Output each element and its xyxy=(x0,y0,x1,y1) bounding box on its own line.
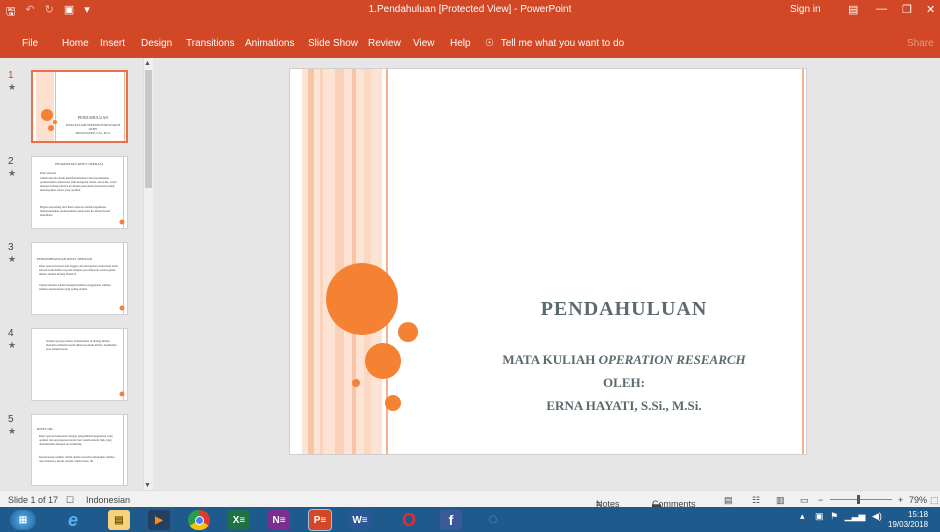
system-tray: ▴ ▣ ⚑ ▁▃▅ ◀) xyxy=(800,511,882,522)
opera-icon[interactable]: O xyxy=(398,510,420,530)
slide-thumbnail-5[interactable]: RISET OR : Riset operasi berkenaan denga… xyxy=(31,414,128,486)
powerpoint-icon[interactable]: P≡ xyxy=(308,509,332,531)
thumbnail-number: 1 xyxy=(8,70,14,81)
lightbulb-icon: ☉ xyxy=(485,38,494,49)
scrollbar-thumb[interactable] xyxy=(145,70,152,188)
thumbnail-line: ERNA HAYATI, S.Si., M.Si. xyxy=(75,131,111,135)
subtitle-italic-text: OPERATION RESEARCH xyxy=(598,352,746,367)
slide-sorter-icon[interactable]: ☷ xyxy=(752,495,760,506)
ie-icon[interactable]: e xyxy=(62,510,84,530)
tray-app-icon[interactable]: ▣ xyxy=(815,511,824,521)
tab-transitions[interactable]: Transitions xyxy=(186,38,235,49)
reading-view-icon[interactable]: ▥ xyxy=(776,495,785,506)
slide-canvas[interactable]: PENDAHULUAN MATA KULIAH OPERATION RESEAR… xyxy=(289,68,807,455)
thumbnail-title: PENGERTIAN RISET OPERASI xyxy=(55,162,103,166)
thumbnail-line: Riset operasi berkenaan dengan pengambil… xyxy=(39,434,113,446)
clock-time: 15:18 xyxy=(908,510,929,519)
tab-review[interactable]: Review xyxy=(368,38,401,49)
volume-icon[interactable]: ◀) xyxy=(872,511,882,521)
animation-star-icon: ★ xyxy=(8,82,17,92)
tell-me-label: Tell me what you want to do xyxy=(500,38,625,49)
ribbon-display-icon[interactable]: ▤ xyxy=(848,3,858,16)
tab-help[interactable]: Help xyxy=(450,38,471,49)
thumbnail-number: 4 xyxy=(8,328,14,339)
slide-subtitle-line-3[interactable]: ERNA HAYATI, S.Si., M.Si. xyxy=(440,398,806,414)
zoom-slider-thumb[interactable] xyxy=(857,495,860,504)
status-bar: Slide 1 of 17 ☐ Indonesian ≡ Notes ▬ Com… xyxy=(0,490,940,509)
system-clock[interactable]: 15:18 19/03/2018 xyxy=(888,510,928,530)
title-bar: 🖫 ↶ ↻ ▣ ▾ 1.Pendahuluan [Protected View]… xyxy=(0,0,940,20)
slide-title[interactable]: PENDAHULUAN xyxy=(440,298,806,321)
zoom-out-button[interactable]: − xyxy=(818,495,823,505)
windows-taskbar: ⊞ e ▤ ▶ X≡ N≡ P≡ W≡ O f ◌ ▴ ▣ ⚑ ▁▃▅ ◀) 1… xyxy=(0,507,940,532)
slide-thumbnail-2[interactable]: PENGERTIAN RISET OPERASI Riset Operasi a… xyxy=(31,156,128,229)
onenote-icon[interactable]: N≡ xyxy=(268,510,290,530)
thumbnail-line: Setelah perang selesai, keberhasilan di … xyxy=(46,339,117,351)
thumbnail-number: 2 xyxy=(8,156,14,167)
tab-animations[interactable]: Animations xyxy=(245,38,294,49)
tray-flag-icon[interactable]: ⚑ xyxy=(830,511,838,521)
spelling-check-icon[interactable]: ☐ xyxy=(66,495,74,506)
chrome-center xyxy=(194,515,204,525)
tab-design[interactable]: Design xyxy=(141,38,172,49)
zoom-in-button[interactable]: + xyxy=(898,495,903,505)
thumbnail-title: PERKEMBANGAN RISET OPERASI xyxy=(37,257,93,261)
scroll-up-arrow-icon[interactable]: ▲ xyxy=(144,60,151,67)
app-icon[interactable]: ◌ xyxy=(482,510,504,530)
thumbnail-decor xyxy=(119,157,125,228)
thumbnail-line: Keterbatasan sumber dalam analisa terseb… xyxy=(39,455,115,463)
zoom-level[interactable]: 79% xyxy=(909,495,927,505)
thumbnail-number: 3 xyxy=(8,242,14,253)
slide-show-icon[interactable]: ▭ xyxy=(800,495,809,506)
normal-view-icon[interactable]: ▤ xyxy=(724,495,733,506)
animation-star-icon: ★ xyxy=(8,254,17,264)
thumbnail-line: Riset operasi berasal dari Inggris dan m… xyxy=(39,264,118,276)
slide-thumbnail-4[interactable]: Setelah perang selesai, keberhasilan di … xyxy=(31,328,128,401)
slide-thumbnail-1[interactable]: PENDAHULUAN MATA KULIAH OPERATION RESEAR… xyxy=(31,70,128,143)
language-indicator[interactable]: Indonesian xyxy=(86,495,130,505)
media-icon[interactable]: ▶ xyxy=(148,510,170,530)
subtitle-text: MATA KULIAH xyxy=(502,352,599,367)
slide-thumbnail-3[interactable]: PERKEMBANGAN RISET OPERASI Riset operasi… xyxy=(31,242,128,315)
thumbnail-line: Riset Operasi xyxy=(40,171,57,175)
sign-in-link[interactable]: Sign in xyxy=(790,4,821,15)
thumbnail-line: Tujuan mereka adalah mengalokasikan peng… xyxy=(39,283,112,291)
thumbnail-decor xyxy=(119,243,125,314)
scroll-down-arrow-icon[interactable]: ▼ xyxy=(144,482,151,489)
animation-star-icon: ★ xyxy=(8,340,17,350)
explorer-icon[interactable]: ▤ xyxy=(108,510,130,530)
tab-file[interactable]: File xyxy=(22,38,38,49)
ribbon-tab-bar: File Home Insert Design Transitions Anim… xyxy=(0,20,940,58)
animation-star-icon: ★ xyxy=(8,426,17,436)
share-button[interactable]: Share xyxy=(907,38,934,49)
tab-slide-show[interactable]: Slide Show xyxy=(308,38,358,49)
network-icon[interactable]: ▁▃▅ xyxy=(845,511,866,521)
thumbnail-title: PENDAHULUAN xyxy=(77,115,109,120)
slide-subtitle-line-2[interactable]: OLEH: xyxy=(440,375,806,391)
thumbnail-line: adalah metode untuk memformulasikan dan … xyxy=(40,176,117,192)
windows-start-icon[interactable]: ⊞ xyxy=(10,510,36,530)
chrome-icon[interactable] xyxy=(188,510,210,530)
tell-me-search[interactable]: ☉ Tell me what you want to do xyxy=(485,38,624,49)
word-icon[interactable]: W≡ xyxy=(349,510,371,530)
maximize-button[interactable]: ❐ xyxy=(902,3,912,16)
thumbnail-decor xyxy=(123,415,124,485)
clock-date: 19/03/2018 xyxy=(888,520,929,529)
thumbnail-number: 5 xyxy=(8,414,14,425)
fit-slide-icon[interactable]: ⬚ xyxy=(930,495,939,506)
tab-home[interactable]: Home xyxy=(62,38,89,49)
excel-icon[interactable]: X≡ xyxy=(228,510,250,530)
thumbnail-line: Bagian terpenting dari Riset Operasi ada… xyxy=(40,205,110,217)
zoom-slider[interactable] xyxy=(830,499,892,500)
facebook-icon[interactable]: f xyxy=(440,510,462,530)
tab-view[interactable]: View xyxy=(413,38,435,49)
tab-insert[interactable]: Insert xyxy=(100,38,125,49)
slide-subtitle-line-1[interactable]: MATA KULIAH OPERATION RESEARCH xyxy=(440,352,806,368)
animation-star-icon: ★ xyxy=(8,168,17,178)
tray-arrow-icon[interactable]: ▴ xyxy=(800,511,805,521)
thumbnail-title: RISET OR : xyxy=(37,427,55,431)
minimize-button[interactable]: — xyxy=(876,3,887,15)
slide-counter: Slide 1 of 17 xyxy=(8,495,59,505)
close-button[interactable]: ✕ xyxy=(926,3,935,16)
